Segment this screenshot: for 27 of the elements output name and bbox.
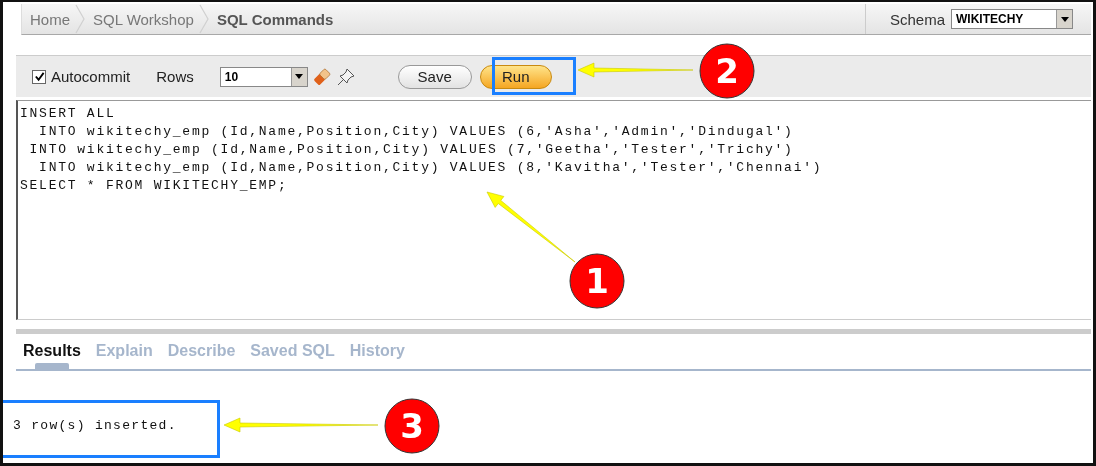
schema-select[interactable]: WIKITECHY	[951, 9, 1073, 29]
code-line: INTO wikitechy_emp (Id,Name,Position,City) VALUES (7,'Geetha','Tester','Trichy')	[28, 141, 795, 159]
toolbar-button[interactable]: Save	[397, 64, 472, 89]
code-line: INTO wikitechy_emp (Id,Name,Position,City) VALUES (8,'Kavitha','Tester','Chennai')	[38, 159, 824, 177]
autocommit-label: Autocommit	[51, 68, 131, 85]
chevron-icon	[75, 4, 85, 34]
schema-label: Schema	[889, 10, 945, 28]
code-line: INSERT ALL	[20, 105, 117, 123]
code-line: INTO wikitechy_emp (Id,Name,Position,City) VALUES (6,'Asha','Admin','Dindugal')	[38, 123, 795, 141]
breadcrumb-link[interactable]: SQL Commands	[208, 10, 339, 28]
caret-icon[interactable]	[1060, 16, 1069, 22]
rows-select[interactable]: 10	[219, 66, 308, 87]
pin-icon[interactable]	[335, 66, 356, 87]
code-line: SELECT * FROM WIKITECHY_EMP;	[20, 177, 289, 195]
result-message: 3 row(s) inserted.	[13, 418, 177, 433]
rows-label: Rows	[156, 68, 194, 85]
chevron-icon	[198, 4, 209, 34]
callout-badge: 1	[569, 253, 625, 309]
tab[interactable]: Results	[23, 341, 81, 369]
autocommit-checkbox[interactable]	[32, 69, 46, 84]
breadcrumb-link[interactable]: Home	[22, 10, 75, 28]
toolbar-button[interactable]: Run	[479, 64, 552, 89]
callout-badge: 2	[699, 43, 755, 99]
breadcrumb-link[interactable]: SQL Workshop	[85, 10, 199, 28]
eraser-icon[interactable]	[311, 66, 332, 87]
callout-badge: 3	[384, 398, 440, 454]
caret-icon[interactable]	[295, 74, 304, 79]
